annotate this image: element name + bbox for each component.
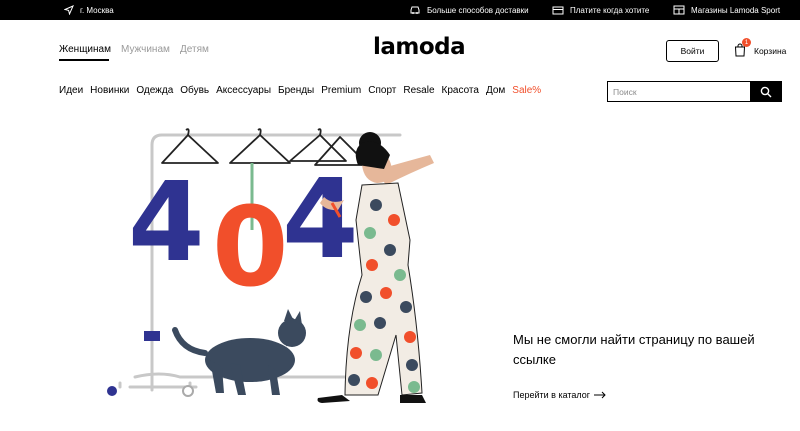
rack-collar [144, 331, 160, 341]
digit-zero: 0 [212, 183, 289, 311]
login-button[interactable]: Войти [666, 40, 719, 62]
nav-item-brands[interactable]: Бренды [278, 85, 314, 96]
cat-icon [172, 309, 306, 395]
card-icon [552, 6, 564, 15]
nav-item-resale[interactable]: Resale [403, 85, 434, 96]
store-icon [673, 5, 685, 15]
catalog-link-label: Перейти в каталог [513, 390, 591, 400]
rack-wheel-icon [107, 386, 117, 396]
car-icon [410, 6, 420, 14]
stores-label: Магазины Lamoda Sport [691, 5, 781, 15]
pay-label: Платите когда хотите [570, 5, 650, 15]
category-nav: Идеи Новинки Одежда Обувь Аксессуары Бре… [59, 85, 541, 96]
nav-item-premium[interactable]: Premium [321, 85, 361, 96]
nav-item-sale[interactable]: Sale% [512, 85, 541, 96]
nav-item-shoes[interactable]: Обувь [180, 85, 209, 96]
delivery-link[interactable]: Больше способов доставки [409, 0, 529, 20]
go-to-catalog-link[interactable]: Перейти в каталог [513, 390, 606, 400]
lamoda-logo[interactable]: lamoda [373, 34, 466, 60]
nav-item-accessories[interactable]: Аксессуары [216, 85, 271, 96]
cart-label: Корзина [754, 46, 787, 56]
nav-item-ideas[interactable]: Идеи [59, 85, 83, 96]
pay-later-link[interactable]: Платите когда хотите [552, 0, 649, 20]
nav-item-new[interactable]: Новинки [90, 85, 129, 96]
search-button[interactable] [750, 82, 781, 101]
tab-women[interactable]: Женщинам [59, 44, 111, 55]
nav-item-clothes[interactable]: Одежда [136, 85, 173, 96]
tab-kids[interactable]: Детям [180, 44, 209, 55]
delivery-label: Больше способов доставки [427, 5, 529, 15]
top-bar: г. Москва Больше способов доставки Плати… [0, 0, 800, 20]
city-selector[interactable]: г. Москва [64, 0, 114, 20]
stores-link[interactable]: Магазины Lamoda Sport [673, 0, 780, 20]
cart-count-badge: 1 [742, 38, 751, 47]
rack-wheel-icon [182, 385, 194, 397]
error-message: Мы не смогли найти страницу по вашей ссы… [513, 332, 755, 367]
arrow-right-icon [594, 391, 606, 399]
digit-four-left: 4 [128, 158, 205, 286]
error-404-illustration: 4 0 4 [107, 128, 434, 403]
cart-button[interactable]: 1 Корзина [733, 38, 793, 62]
nav-item-beauty[interactable]: Красота [442, 85, 479, 96]
active-tab-underline [59, 59, 109, 61]
tab-men[interactable]: Мужчинам [121, 44, 170, 55]
search-icon [760, 86, 771, 97]
nav-item-home[interactable]: Дом [486, 85, 505, 96]
search-input[interactable] [608, 82, 750, 101]
location-arrow-icon [64, 5, 74, 15]
digit-four-right: 4 [282, 155, 359, 283]
city-label: г. Москва [80, 5, 114, 15]
nav-item-sport[interactable]: Спорт [368, 85, 396, 96]
search-bar [607, 81, 782, 102]
